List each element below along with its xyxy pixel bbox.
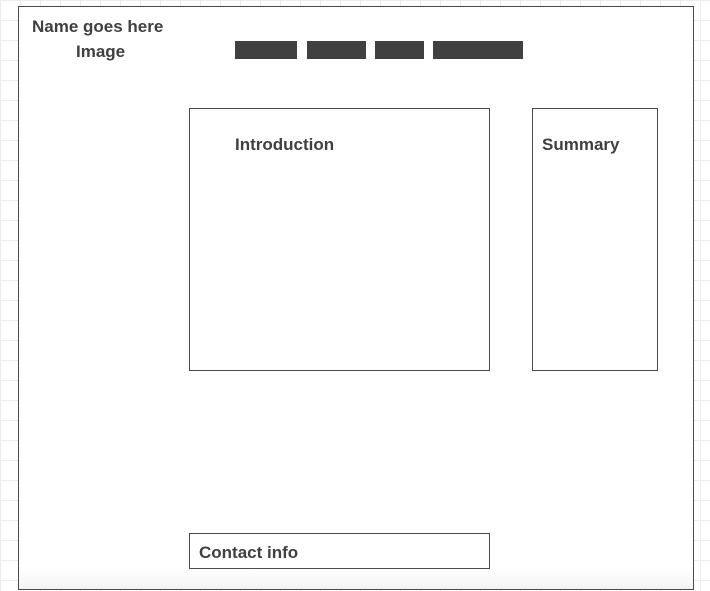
nav-item-2[interactable] [307,41,366,59]
summary-panel: Summary [532,108,658,371]
image-placeholder-label: Image [76,42,126,61]
introduction-panel: Introduction [189,108,490,371]
nav-item-1[interactable] [235,41,297,59]
contact-heading: Contact info [199,543,299,562]
summary-heading: Summary [542,135,620,154]
nav-item-4[interactable] [433,41,523,59]
nav-item-3[interactable] [375,41,424,59]
site-name: Name goes here [32,17,164,36]
contact-panel: Contact info [189,533,490,569]
bottom-fade [19,568,693,589]
introduction-heading: Introduction [235,135,335,154]
